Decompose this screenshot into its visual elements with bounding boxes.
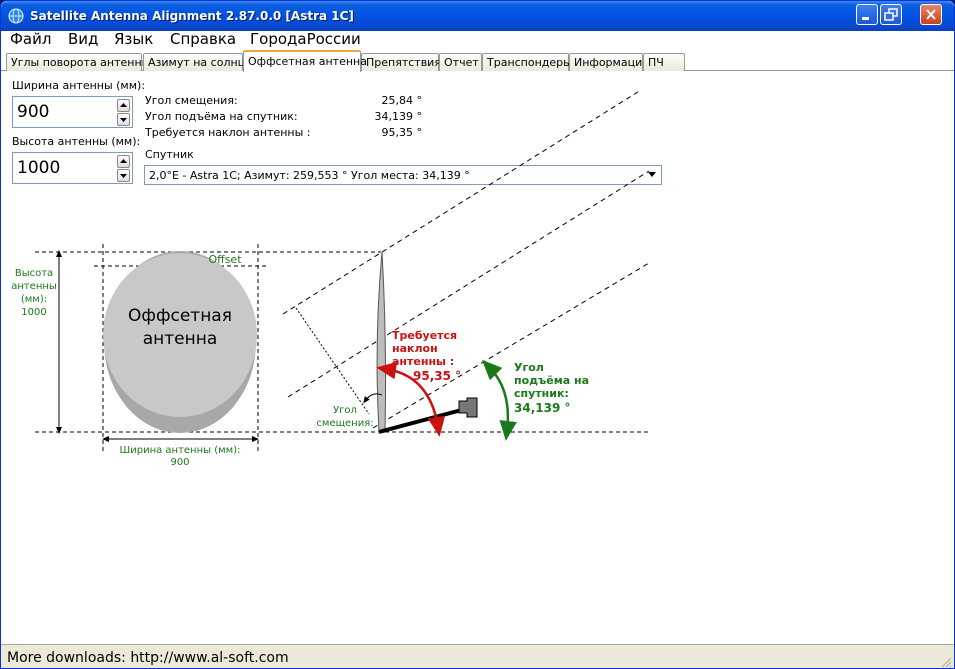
satellite-app-icon — [8, 8, 24, 24]
tab-sun-azimuth[interactable]: Азимут на солнце — [143, 53, 252, 71]
width-text-line1: Ширина антенны (мм): — [120, 445, 241, 456]
tilt-text-line1: Требуется — [392, 329, 457, 342]
status-bar: More downloads: http://www.al-soft.com — [1, 644, 954, 668]
offset-text: Offset — [208, 253, 242, 266]
tilt-text-line3: антенны : — [392, 355, 454, 368]
menu-help[interactable]: Справка — [170, 30, 236, 48]
app-window: Satellite Antenna Alignment 2.87.0.0 [As… — [0, 0, 955, 669]
maximize-button[interactable] — [880, 4, 902, 25]
menu-view[interactable]: Вид — [68, 30, 98, 48]
tab-if[interactable]: ПЧ — [643, 53, 685, 71]
elevation-text-line1: Угол — [514, 361, 544, 374]
beam-line-top — [282, 89, 642, 315]
elevation-text-value: 34,139 ° — [514, 401, 570, 415]
dish-side-view — [282, 89, 650, 441]
dish-title-line1: Оффсетная — [128, 306, 232, 326]
close-button[interactable] — [920, 4, 942, 25]
menu-bar: Файл Вид Язык Справка ГородаРоссии — [1, 30, 954, 50]
tab-offset-antenna[interactable]: Оффсетная антенна — [243, 50, 367, 72]
close-icon — [926, 9, 936, 20]
minimize-button[interactable] — [856, 4, 878, 25]
menu-language[interactable]: Язык — [114, 30, 153, 48]
resize-grip-icon[interactable] — [940, 656, 952, 668]
tab-strip: Углы поворота антенны Азимут на солнце О… — [1, 50, 954, 72]
tab-rotation-angles[interactable]: Углы поворота антенны — [6, 53, 150, 71]
tilt-text-line2: наклон — [392, 342, 438, 355]
lnb-converter — [458, 397, 478, 418]
dish-reflector — [376, 251, 387, 433]
menu-file[interactable]: Файл — [10, 30, 51, 48]
height-text-line2: антенны — [11, 281, 57, 292]
menu-russian-cities[interactable]: ГородаРоссии — [250, 30, 361, 48]
elevation-angle-arc — [481, 359, 517, 441]
offset-axis-line — [295, 307, 370, 415]
offset-angle-text-line1: Угол — [333, 405, 357, 416]
minimize-icon — [862, 17, 869, 20]
offset-antenna-diagram: Offset Оффсетная антенна Высота антенны … — [11, 89, 650, 468]
restore-icon — [884, 8, 898, 21]
tab-report[interactable]: Отчет — [439, 53, 482, 71]
window-title: Satellite Antenna Alignment 2.87.0.0 [As… — [30, 9, 354, 23]
tilt-text-value: 95,35 ° — [413, 369, 461, 383]
height-text-line3: (мм): — [21, 294, 47, 305]
feed-arm — [378, 406, 470, 434]
height-text-line1: Высота — [15, 268, 53, 279]
beam-line-mid — [287, 170, 650, 398]
elevation-text-line2: подъёма на — [514, 374, 589, 387]
tab-transponders[interactable]: Транспондеры — [482, 53, 572, 71]
offset-angle-text-line2: смещения: — [316, 418, 373, 429]
tab-information[interactable]: Информация — [569, 53, 649, 71]
height-text-value: 1000 — [21, 307, 46, 318]
title-bar[interactable]: Satellite Antenna Alignment 2.87.0.0 [As… — [1, 1, 954, 31]
tab-obstacles[interactable]: Препятствия — [361, 53, 441, 71]
elevation-text-line3: спутник: — [514, 387, 569, 400]
status-text[interactable]: More downloads: http://www.al-soft.com — [7, 650, 289, 666]
dish-title-line2: антенна — [143, 329, 218, 349]
width-text-value: 900 — [170, 457, 189, 468]
